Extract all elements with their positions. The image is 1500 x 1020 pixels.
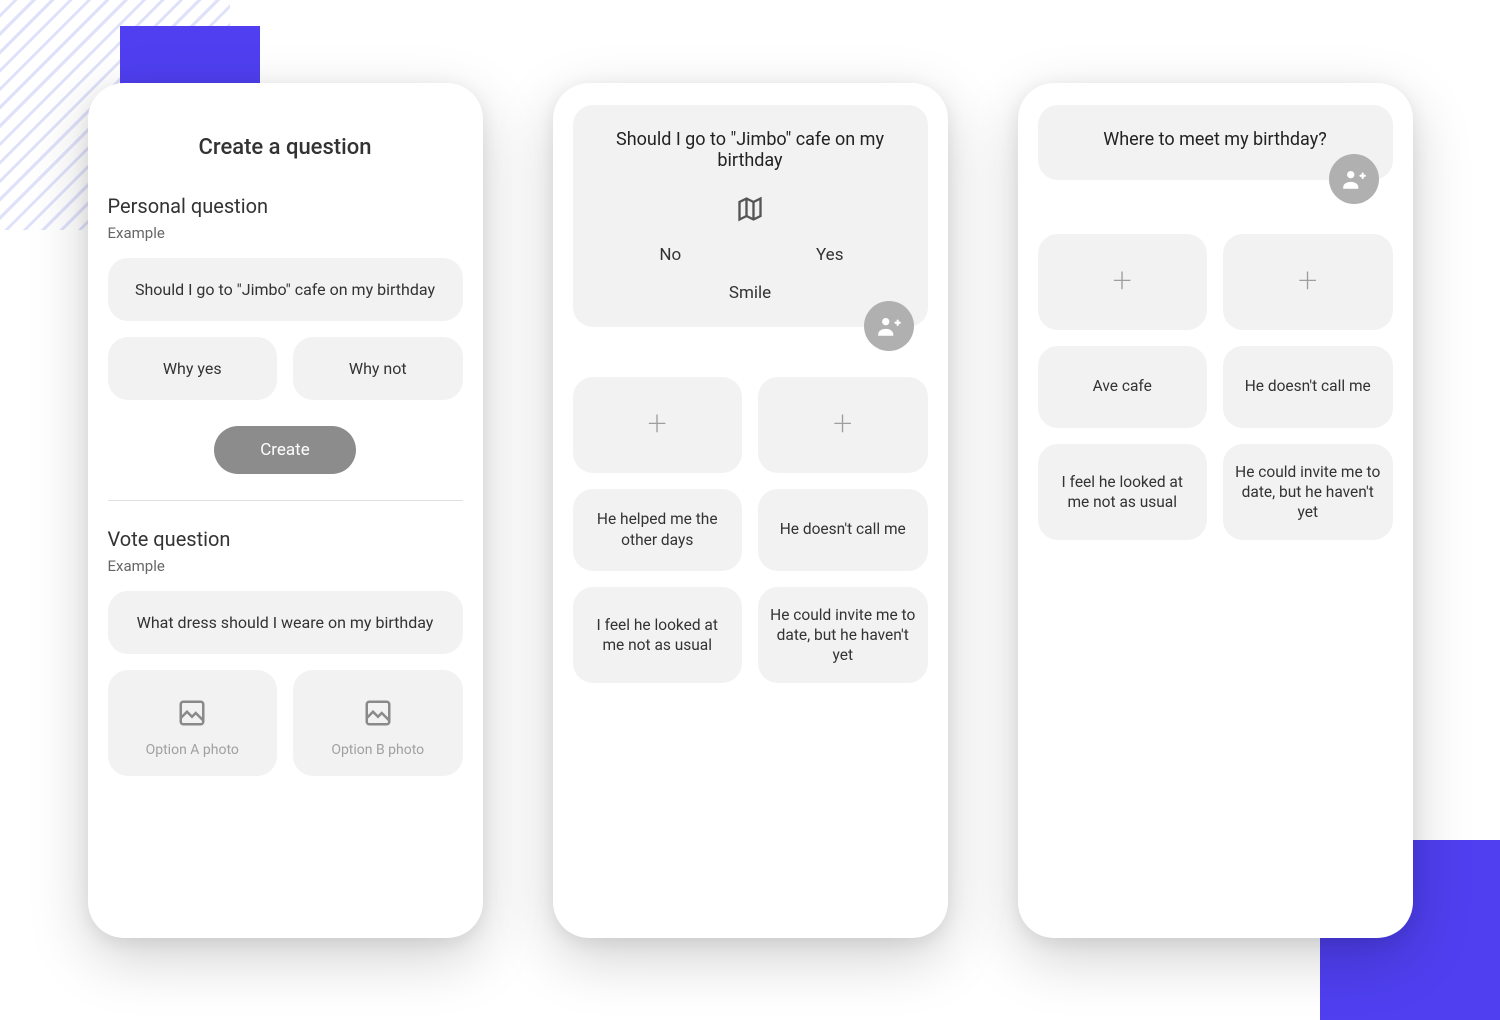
question-text: Where to meet my birthday? (1056, 129, 1375, 150)
phone-row: Create a question Personal question Exam… (28, 43, 1473, 978)
vote-example-question[interactable]: What dress should I weare on my birthday (108, 591, 463, 654)
argument-card[interactable]: He could invite me to date, but he haven… (758, 587, 928, 683)
plus-icon: + (1298, 259, 1317, 303)
person-add-icon (876, 313, 902, 339)
section-personal-heading: Personal question (108, 194, 463, 218)
page-title: Create a question (108, 135, 463, 160)
plus-icon: + (1113, 259, 1132, 303)
phone-question-jimbo: Should I go to "Jimbo" cafe on my birthd… (553, 83, 948, 938)
plus-icon: + (648, 402, 667, 446)
phone-create-question: Create a question Personal question Exam… (88, 83, 483, 938)
vote-photo-b-label: Option B photo (331, 742, 424, 758)
add-card-a[interactable]: + (1038, 234, 1208, 330)
phone-question-birthday: Where to meet my birthday? + (1018, 83, 1413, 938)
map-icon[interactable] (736, 195, 764, 223)
create-button[interactable]: Create (214, 426, 356, 474)
vote-photo-a[interactable]: Option A photo (108, 670, 278, 776)
section-vote-heading: Vote question (108, 527, 463, 551)
section-personal-sub: Example (108, 224, 463, 242)
argument-card[interactable]: I feel he looked at me not as usual (573, 587, 743, 683)
image-icon (177, 698, 207, 728)
question-header-panel: Where to meet my birthday? (1038, 105, 1393, 180)
argument-card[interactable]: I feel he looked at me not as usual (1038, 444, 1208, 540)
person-add-button[interactable] (1329, 154, 1379, 204)
vote-photo-a-label: Option A photo (146, 742, 239, 758)
vote-smile[interactable]: Smile (591, 283, 910, 303)
argument-card[interactable]: He doesn't call me (1223, 346, 1393, 428)
question-header-panel: Should I go to "Jimbo" cafe on my birthd… (573, 105, 928, 327)
person-add-button[interactable] (864, 301, 914, 351)
personal-option-why-not[interactable]: Why not (293, 337, 463, 400)
personal-option-why-yes[interactable]: Why yes (108, 337, 278, 400)
person-add-icon (1341, 166, 1367, 192)
argument-card[interactable]: He doesn't call me (758, 489, 928, 571)
argument-card[interactable]: Ave cafe (1038, 346, 1208, 428)
argument-card[interactable]: He could invite me to date, but he haven… (1223, 444, 1393, 540)
personal-example-question[interactable]: Should I go to "Jimbo" cafe on my birthd… (108, 258, 463, 321)
question-text: Should I go to "Jimbo" cafe on my birthd… (591, 129, 910, 171)
vote-photo-b[interactable]: Option B photo (293, 670, 463, 776)
vote-yes[interactable]: Yes (750, 245, 910, 265)
argument-card[interactable]: He helped me the other days (573, 489, 743, 571)
add-card-a[interactable]: + (573, 377, 743, 473)
vote-no[interactable]: No (591, 245, 751, 265)
add-card-b[interactable]: + (758, 377, 928, 473)
image-icon (363, 698, 393, 728)
plus-icon: + (833, 402, 852, 446)
section-divider (108, 500, 463, 501)
add-card-b[interactable]: + (1223, 234, 1393, 330)
section-vote-sub: Example (108, 557, 463, 575)
